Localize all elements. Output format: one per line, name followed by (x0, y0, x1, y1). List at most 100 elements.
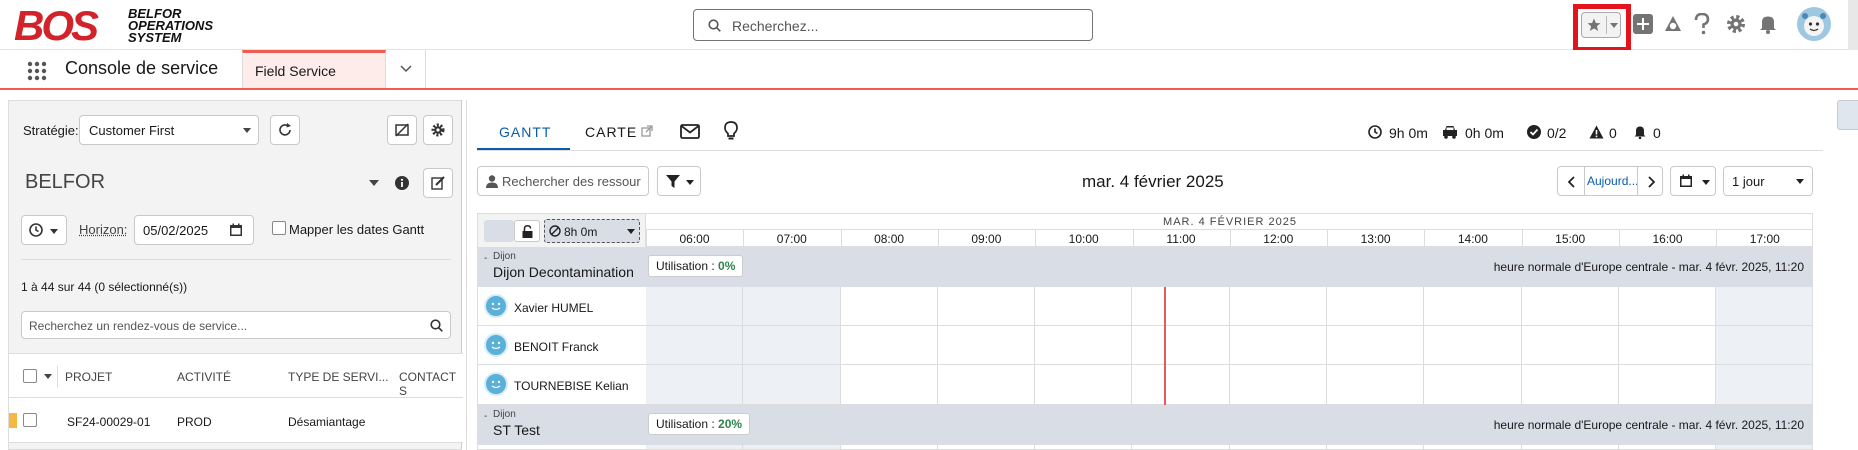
toggle-map-button[interactable] (387, 115, 417, 145)
resource-row[interactable]: TOURNEBISE Kelian (478, 365, 1812, 405)
group-region: Dijon (493, 409, 516, 420)
appointment-search-placeholder: Recherchez un rendez-vous de service... (29, 319, 248, 333)
gear-icon (431, 123, 445, 137)
result-count: 1 à 44 sur 44 (0 sélectionné(s)) (21, 280, 188, 294)
no-entry-icon (549, 225, 561, 237)
resource-name[interactable]: Xavier HUMEL (514, 301, 593, 315)
smiley-icon (491, 380, 501, 389)
territory-dropdown-icon[interactable] (369, 180, 379, 186)
capacity-select[interactable]: 8h 0m (544, 219, 640, 243)
appointment-search-input[interactable]: Recherchez un rendez-vous de service... (21, 311, 451, 339)
current-time-indicator (1164, 287, 1166, 405)
map-dates-checkbox[interactable] (272, 221, 286, 235)
hour-label: 11:00 (1166, 232, 1196, 246)
territory-group-row[interactable]: - Dijon Dijon Decontamination Utilisatio… (478, 247, 1812, 287)
favorites-button[interactable] (1581, 12, 1621, 38)
group-name: Dijon Decontamination (493, 264, 634, 280)
chevron-down-icon (400, 65, 412, 73)
info-icon[interactable] (395, 176, 409, 190)
resource-name[interactable]: BENOIT Franck (514, 340, 598, 354)
current-date: mar. 4 février 2025 (1082, 172, 1224, 191)
global-actions-icon[interactable] (1633, 14, 1653, 34)
timezone-label: heure normale d'Europe centrale - mar. 4… (1493, 418, 1804, 432)
app-launcher-icon[interactable] (27, 61, 47, 81)
cell-project[interactable]: SF24-00029-01 (67, 415, 150, 429)
calendar-picker-button[interactable] (1670, 166, 1716, 196)
chevron-down-icon (627, 229, 635, 234)
settings-button[interactable] (423, 115, 453, 145)
horizon-mode-select[interactable] (21, 215, 67, 245)
resource-search-input[interactable]: Rechercher des ressour (477, 166, 649, 196)
chevron-left-icon[interactable] (1568, 176, 1575, 188)
setup-gear-icon[interactable] (1726, 14, 1746, 34)
stat-alerts: 0 (1653, 125, 1661, 141)
tab-field-service[interactable]: Field Service (242, 50, 386, 88)
search-icon (430, 319, 443, 332)
today-button[interactable]: Aujourd... (1587, 174, 1638, 188)
logo-mark[interactable]: BOS (14, 5, 99, 47)
edit-territory-button[interactable] (423, 168, 453, 198)
territory-name: BELFOR (25, 171, 106, 193)
chevron-down-icon (1796, 179, 1804, 184)
chevron-right-icon[interactable] (1648, 176, 1655, 188)
smiley-icon (491, 302, 501, 311)
user-avatar[interactable] (1797, 7, 1831, 41)
resource-row[interactable]: Xavier HUMEL (478, 287, 1812, 326)
group-collapse-icon[interactable]: - (484, 411, 487, 422)
range-select[interactable]: 1 jour (1723, 166, 1813, 196)
range-value: 1 jour (1732, 174, 1765, 189)
hour-label: 10:00 (1068, 232, 1099, 246)
territory-group-row[interactable]: - Dijon ST Test Utilisation : 20% heure … (478, 405, 1812, 445)
horizon-date-input[interactable]: 05/02/2025 (134, 215, 254, 245)
appointment-list-panel: Stratégie: Customer First BELFOR Horizon… (8, 100, 463, 450)
hour-label: 17:00 (1749, 232, 1780, 246)
calendar-icon (230, 223, 242, 236)
lightbulb-icon[interactable] (724, 121, 738, 141)
priority-flag (9, 413, 17, 428)
resource-avatar (484, 333, 508, 357)
chevron-down-icon (1610, 23, 1618, 28)
cell-activity: PROD (177, 415, 212, 429)
chevron-down-icon (243, 128, 251, 133)
refresh-button[interactable] (270, 115, 300, 145)
clock-icon (1368, 125, 1382, 139)
column-header-activity[interactable]: ACTIVITÉ (177, 370, 231, 384)
horizon-date-value: 05/02/2025 (143, 223, 209, 238)
global-search-input[interactable]: Recherchez... (693, 9, 1093, 41)
smiley-icon (491, 341, 501, 350)
group-region: Dijon (493, 251, 516, 262)
group-collapse-icon[interactable]: - (484, 253, 487, 264)
email-icon[interactable] (680, 124, 700, 139)
tab-menu-button[interactable] (386, 50, 426, 88)
app-name: Console de service (65, 58, 219, 78)
chevron-down-icon[interactable] (44, 374, 52, 379)
notifications-bell-icon[interactable] (1758, 14, 1778, 34)
group-name: ST Test (493, 422, 540, 438)
hour-label: 09:00 (971, 232, 1002, 246)
side-panel-toggle[interactable] (1837, 100, 1858, 130)
select-all-checkbox[interactable] (23, 369, 37, 383)
row-checkbox[interactable] (23, 413, 37, 427)
right-edge-strip (1848, 0, 1858, 50)
help-icon[interactable] (1694, 13, 1710, 35)
resource-row[interactable]: BENOIT Franck (478, 326, 1812, 365)
strategy-select[interactable]: Customer First (79, 115, 259, 145)
tab-map[interactable]: CARTE (585, 124, 637, 140)
collapse-all-button[interactable] (484, 220, 514, 242)
global-search-placeholder: Recherchez... (732, 18, 819, 34)
filter-button[interactable] (657, 166, 701, 196)
logo-text: BELFOR OPERATIONS SYSTEM (128, 6, 213, 45)
external-link-icon[interactable] (641, 125, 653, 137)
guidance-center-icon[interactable] (1662, 13, 1684, 35)
tab-gantt[interactable]: GANTT (499, 124, 551, 140)
column-header-project[interactable]: PROJET (65, 370, 112, 384)
column-header-contact[interactable]: CONTACT S (399, 370, 463, 398)
hour-label: 13:00 (1360, 232, 1391, 246)
strategy-value: Customer First (89, 123, 175, 138)
lock-button[interactable] (514, 220, 540, 242)
column-header-service-type[interactable]: TYPE DE SERVI... (288, 370, 388, 384)
resource-name[interactable]: TOURNEBISE Kelian (514, 379, 629, 393)
table-row[interactable]: SF24-00029-01 PROD Désamiantage (9, 398, 463, 443)
chevron-down-icon (686, 180, 694, 185)
stat-completed: 0/2 (1547, 125, 1567, 141)
